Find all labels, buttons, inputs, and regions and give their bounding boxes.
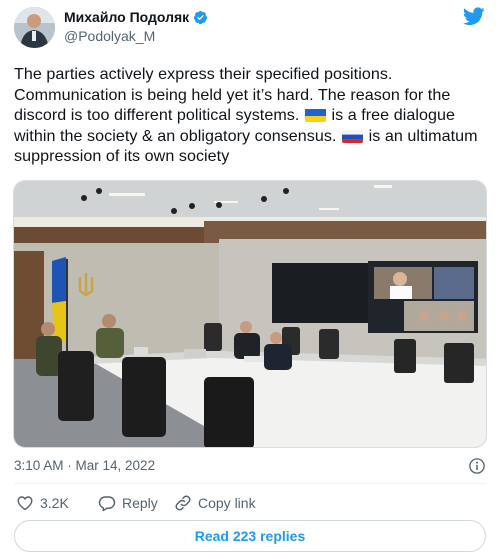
tweet-timestamp[interactable]: 3:10 AM · Mar 14, 2022 (14, 458, 155, 473)
tweet-text: The parties actively express their speci… (14, 64, 488, 167)
meeting-room-image (14, 181, 486, 447)
copy-link-button[interactable]: Copy link (174, 494, 256, 512)
author-name[interactable]: Михайло Подоляк (64, 9, 208, 25)
tweet-card: Михайло Подоляк @Podolyak_M The parties … (0, 0, 500, 559)
copy-link-label: Copy link (198, 495, 256, 511)
ukraine-flag-icon (304, 108, 326, 123)
verified-badge-icon (194, 10, 208, 24)
divider (14, 483, 486, 484)
russia-flag-icon (342, 129, 364, 143)
info-icon[interactable] (468, 457, 486, 475)
heart-icon (17, 496, 33, 511)
read-replies-button[interactable]: Read 223 replies (14, 520, 486, 552)
tweet-photo[interactable] (13, 180, 487, 448)
like-count: 3.2K (40, 495, 69, 511)
read-replies-label: Read 223 replies (194, 528, 306, 544)
reply-label: Reply (122, 495, 158, 511)
reply-icon (98, 496, 116, 512)
author-handle[interactable]: @Podolyak_M (64, 28, 155, 44)
reply-button[interactable]: Reply (98, 494, 158, 512)
like-button[interactable]: 3.2K (16, 494, 69, 512)
link-icon (175, 495, 191, 511)
twitter-bird-icon[interactable] (463, 7, 485, 26)
author-name-text[interactable]: Михайло Подоляк (64, 9, 189, 25)
avatar[interactable] (14, 7, 55, 48)
